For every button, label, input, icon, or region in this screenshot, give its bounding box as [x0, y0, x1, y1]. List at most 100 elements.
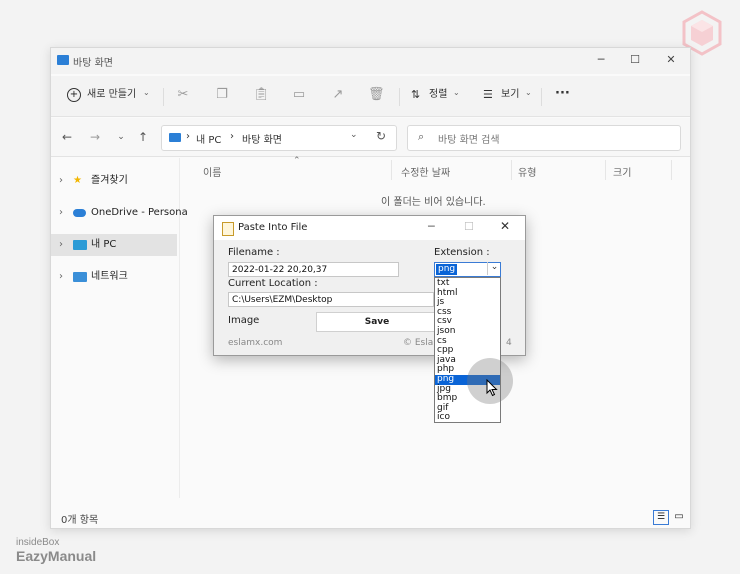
network-icon [73, 272, 87, 282]
chevron-right-icon: › [59, 207, 63, 218]
extension-selected-value: png [436, 264, 458, 275]
recent-chevron-icon[interactable]: ⌄ [113, 132, 129, 142]
close-button[interactable]: ✕ [661, 52, 681, 68]
chevron-down-icon[interactable]: ⌄ [487, 262, 501, 275]
delete-icon[interactable]: 🗑︎ [368, 87, 385, 103]
chevron-down-icon: ⌄ [525, 88, 532, 97]
search-box[interactable]: ⌕ 바탕 화면 검색 [407, 125, 681, 151]
dialog-title-bar: Paste Into File ─ ☐ ✕ [214, 216, 525, 240]
toolbar-divider [541, 88, 542, 106]
location-label: Current Location : [228, 278, 318, 289]
sidebar-item-label: OneDrive - Persona [91, 207, 188, 218]
rename-icon[interactable]: ▭ [291, 87, 307, 103]
search-placeholder: 바탕 화면 검색 [438, 135, 500, 146]
view-list-icon: ☰ [483, 88, 493, 101]
column-header-size[interactable]: 크기 [613, 164, 631, 179]
watermark-line1: insideBox [16, 537, 60, 548]
navigation-pane: › ★ 즐겨찾기 › OneDrive - Persona › 내 PC › 네… [51, 158, 188, 498]
footer-copyright-tail: 4 [506, 338, 512, 348]
column-header-name[interactable]: 이름 [203, 164, 221, 179]
refresh-icon[interactable]: ↻ [376, 129, 386, 143]
thumbnail-view-icon[interactable]: ▭ [673, 510, 685, 523]
sidebar-item-favorites[interactable]: › ★ 즐겨찾기 [51, 170, 177, 192]
back-icon[interactable]: ← [59, 130, 75, 144]
chevron-down-icon[interactable]: ⌄ [350, 130, 358, 140]
breadcrumb-desktop[interactable]: 바탕 화면 [242, 131, 282, 146]
sidebar-item-onedrive[interactable]: › OneDrive - Persona [51, 202, 188, 224]
computer-icon [169, 133, 181, 142]
item-count: 0개 항목 [61, 515, 99, 526]
extension-option[interactable]: ico [437, 413, 498, 423]
toolbar-divider [163, 88, 164, 106]
search-icon: ⌕ [418, 130, 425, 143]
chevron-down-icon: ⌄ [143, 88, 150, 97]
dialog-maximize-button: ☐ [464, 220, 474, 233]
chevron-down-icon: ⌄ [453, 88, 460, 97]
location-field[interactable]: C:\Users\EZM\Desktop [228, 292, 434, 307]
new-button-label: 새로 만들기 [87, 89, 137, 100]
extension-select[interactable]: png ⌄ [434, 262, 501, 277]
forward-icon[interactable]: → [87, 130, 103, 144]
status-bar: 0개 항목 ☰ ▭ [51, 506, 690, 528]
toolbar-divider [399, 88, 400, 106]
paste-icon[interactable]: 📋︎ [253, 87, 270, 103]
chevron-right-icon: › [59, 175, 63, 186]
sort-button[interactable]: ⇅ 정렬 ⌄ [409, 86, 463, 106]
up-icon[interactable]: ↑ [135, 130, 151, 144]
sidebar-item-network[interactable]: › 네트워크 [51, 266, 177, 288]
column-header-modified[interactable]: 수정한 날짜 [401, 164, 450, 179]
new-button[interactable]: + 새로 만들기 ⌄ [65, 86, 155, 106]
share-icon[interactable]: ↗ [330, 87, 346, 103]
extension-label: Extension : [434, 247, 490, 258]
column-divider [511, 160, 512, 180]
breadcrumb-separator: › [186, 131, 190, 142]
column-divider [671, 160, 672, 180]
address-bar-row: ← → ⌄ ↑ › 내 PC › 바탕 화면 ⌄ ↻ ⌕ 바탕 화면 검색 [51, 118, 690, 157]
filename-label: Filename : [228, 247, 280, 258]
star-icon: ★ [73, 175, 82, 186]
title-bar: 바탕 화면 ─ ☐ ✕ [51, 48, 690, 74]
footer-copyright: © Esla [403, 338, 434, 348]
save-button[interactable]: Save [316, 312, 438, 332]
command-bar: + 새로 만들기 ⌄ ✂ ❐ 📋︎ ▭ ↗ 🗑︎ ⇅ 정렬 ⌄ ☰ 보기 ⌄ ·… [51, 76, 690, 117]
window-title: 바탕 화면 [73, 58, 113, 69]
chevron-right-icon: › [59, 239, 63, 250]
details-view-icon[interactable]: ☰ [653, 510, 669, 525]
sort-button-label: 정렬 [429, 89, 448, 100]
mouse-cursor-icon [486, 379, 498, 397]
copy-icon[interactable]: ❐ [214, 87, 230, 103]
watermark-line2: EazyManual [16, 548, 97, 564]
more-options-button[interactable]: ··· [555, 86, 570, 102]
dialog-title: Paste Into File [238, 222, 308, 233]
monitor-icon [73, 240, 87, 250]
breadcrumb-separator: › [230, 131, 234, 142]
extension-option[interactable]: html [437, 288, 498, 299]
sort-arrow-icon: ⌃ [293, 156, 301, 166]
plus-circle-icon: + [67, 88, 81, 102]
sidebar-item-label: 즐겨찾기 [91, 175, 128, 186]
image-label: Image [228, 315, 260, 326]
maximize-button[interactable]: ☐ [625, 52, 645, 68]
sidebar-item-this-pc[interactable]: › 내 PC [51, 234, 177, 256]
footer-website: eslamx.com [228, 338, 283, 348]
cut-icon[interactable]: ✂ [175, 87, 191, 103]
view-button-label: 보기 [501, 89, 520, 100]
paste-file-icon [222, 222, 234, 236]
dialog-close-button[interactable]: ✕ [500, 219, 510, 233]
column-header-type[interactable]: 유형 [518, 164, 536, 179]
cloud-icon [73, 209, 86, 217]
column-divider [605, 160, 606, 180]
view-button[interactable]: ☰ 보기 ⌄ [481, 86, 535, 106]
dialog-minimize-button[interactable]: ─ [428, 220, 435, 233]
empty-folder-message: 이 폴더는 비어 있습니다. [381, 197, 486, 208]
filename-field[interactable]: 2022-01-22 20,20,37 [228, 262, 399, 277]
column-divider [391, 160, 392, 180]
address-box[interactable]: › 내 PC › 바탕 화면 ⌄ ↻ [161, 125, 397, 151]
breadcrumb-this-pc[interactable]: 내 PC [196, 131, 221, 146]
sidebar-item-label: 네트워크 [91, 271, 128, 282]
sort-icon: ⇅ [411, 88, 421, 101]
chevron-right-icon: › [59, 271, 63, 282]
desktop-folder-icon [57, 55, 69, 65]
minimize-button[interactable]: ─ [591, 52, 611, 68]
sidebar-item-label: 내 PC [91, 239, 117, 250]
